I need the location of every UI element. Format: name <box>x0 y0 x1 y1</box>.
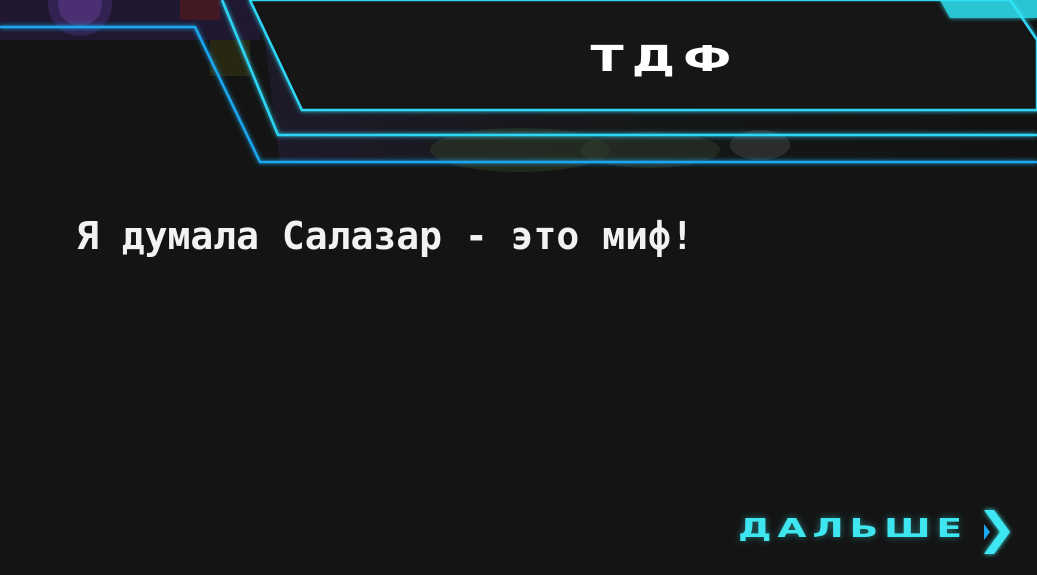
portrait-frame <box>0 0 1037 172</box>
speaker-name: ТДФ <box>590 39 740 80</box>
next-button[interactable]: ДАЛЬШЕ <box>728 504 1028 560</box>
dialogue-text: Я думала Салазар - это миф! <box>76 214 694 258</box>
next-label: ДАЛЬШЕ <box>738 514 968 544</box>
dialogue-screen: ТДФ Я думала Салазар - это миф! ДАЛЬШЕ <box>0 0 1037 575</box>
chevron-right-icon <box>984 510 1010 554</box>
